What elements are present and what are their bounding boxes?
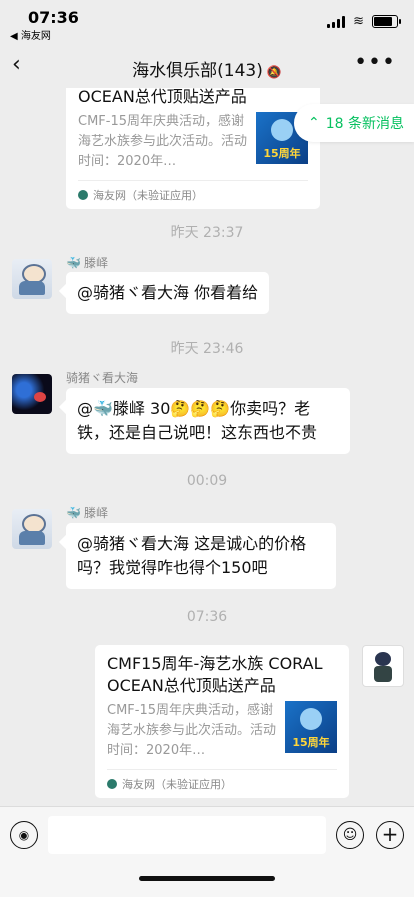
link-card[interactable]: OCEAN总代顶贴送产品 CMF-15周年庆典活动，感谢海艺水族参与此次活动。活… <box>66 88 320 209</box>
whale-icon: 🐳 <box>66 505 81 520</box>
nav-bar: ‹ 海水俱乐部(143) 🔕 ••• <box>0 44 414 88</box>
home-indicator <box>139 876 275 881</box>
app-source-icon <box>78 190 88 200</box>
back-to-app-link[interactable]: ◀ 海友网 <box>10 27 51 42</box>
link-card-thumbnail: 15周年 <box>285 701 337 753</box>
chat-area[interactable]: OCEAN总代顶贴送产品 CMF-15周年庆典活动，感谢海艺水族参与此次活动。活… <box>0 88 414 806</box>
timestamp: 昨天 23:46 <box>170 341 244 357</box>
sender-name: 🐳 滕峄 <box>66 255 108 271</box>
thumb-label: 15周年 <box>292 736 330 749</box>
message-bubble[interactable]: @🐳滕峄 30🤔🤔🤔你卖吗？老铁，还是自己说吧！这东西也不贵 <box>66 388 350 454</box>
new-messages-label: 18 条新消息 <box>325 116 404 132</box>
message-bubble[interactable]: @骑猪ヾ看大海 你看着给 <box>66 272 270 314</box>
input-bar: ◉ ☺ + <box>0 806 414 897</box>
avatar[interactable] <box>12 259 52 299</box>
avatar[interactable] <box>12 509 52 549</box>
chat-title: 海水俱乐部(143) 🔕 <box>0 56 414 81</box>
emoji-icon[interactable]: ☺ <box>336 821 364 849</box>
link-card[interactable]: CMF15周年-海艺水族 CORAL OCEAN总代顶贴送产品 CMF-15周年… <box>95 645 349 798</box>
mute-bell-icon: 🔕 <box>266 65 282 79</box>
status-icons: ≋ <box>327 14 401 29</box>
battery-icon <box>372 15 401 28</box>
new-messages-button[interactable]: ⌃ 18 条新消息 <box>294 104 414 142</box>
link-card-title: OCEAN总代顶贴送产品 <box>78 88 247 106</box>
plus-icon[interactable]: + <box>376 821 404 849</box>
message-input[interactable] <box>48 816 326 854</box>
whale-icon: 🐳 <box>66 255 81 270</box>
message-bubble[interactable]: @骑猪ヾ看大海 这是诚心的价格吗？我觉得咋也得个150吧 <box>66 523 336 589</box>
link-card-source: 海友网（未验证应用） <box>122 778 232 791</box>
status-time: 07:36 <box>28 8 79 27</box>
link-card-desc: CMF-15周年庆典活动，感谢海艺水族参与此次活动。活动时间：2020年… <box>78 114 248 169</box>
wifi-icon: ≋ <box>353 14 364 29</box>
timestamp: 00:09 <box>186 473 228 489</box>
thumb-label: 15周年 <box>263 147 301 160</box>
timestamp: 07:36 <box>186 609 228 625</box>
sender-name: 🐳 滕峄 <box>66 505 108 521</box>
link-card-desc: CMF-15周年庆典活动，感谢海艺水族参与此次活动。活动时间：2020年… <box>107 703 277 758</box>
more-options-icon[interactable]: ••• <box>354 50 396 75</box>
sender-name: 骑猪ヾ看大海 <box>66 371 139 385</box>
voice-input-icon[interactable]: ◉ <box>10 821 38 849</box>
app-source-icon <box>107 779 117 789</box>
double-chevron-up-icon: ⌃ <box>308 115 320 131</box>
avatar-self[interactable] <box>362 645 404 687</box>
timestamp: 昨天 23:37 <box>170 225 244 241</box>
link-card-source: 海友网（未验证应用） <box>93 189 203 202</box>
link-card-title: CMF15周年-海艺水族 CORAL OCEAN总代顶贴送产品 <box>107 654 323 695</box>
avatar[interactable] <box>12 374 52 414</box>
signal-icon <box>327 15 346 28</box>
chat-title-text: 海水俱乐部(143) <box>132 61 263 81</box>
status-bar: 07:36 ◀ 海友网 ≋ <box>0 0 414 44</box>
